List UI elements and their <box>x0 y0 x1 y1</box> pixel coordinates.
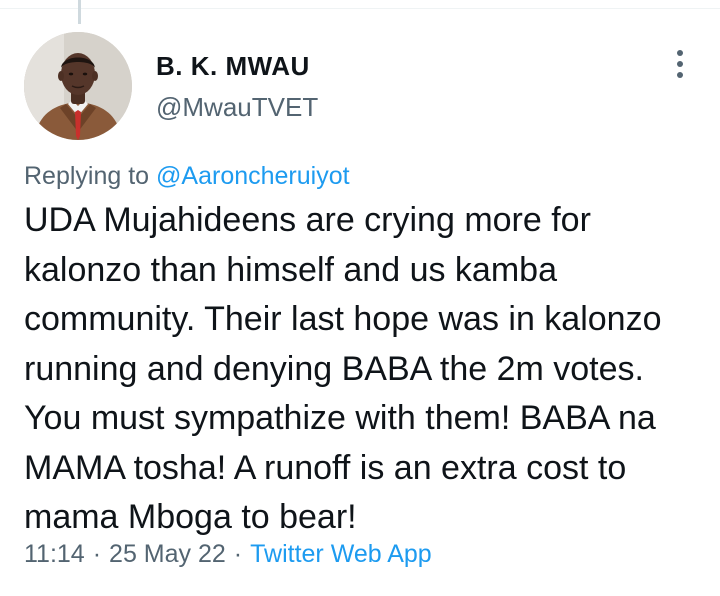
author-name[interactable]: B. K. MWAU <box>156 51 310 82</box>
reply-context: Replying to @Aaroncheruiyot <box>24 162 350 191</box>
tweet-source-link[interactable]: Twitter Web App <box>250 540 432 568</box>
meta-separator: · <box>233 540 243 568</box>
meta-separator: · <box>92 540 102 568</box>
tweet-date[interactable]: 25 May 22 <box>109 540 226 568</box>
more-options-button[interactable] <box>662 42 698 86</box>
tweet-text: UDA Mujahideens are crying more for kalo… <box>24 201 662 536</box>
tweet-metadata: 11:14 · 25 May 22 · Twitter Web App <box>24 540 432 569</box>
author-handle[interactable]: @MwauTVET <box>156 92 318 123</box>
avatar[interactable] <box>24 32 132 140</box>
reply-mention-link[interactable]: @Aaroncheruiyot <box>156 162 350 190</box>
top-divider <box>0 8 720 9</box>
thread-connector-line <box>78 0 81 24</box>
tweet-time[interactable]: 11:14 <box>24 540 85 568</box>
more-vertical-icon <box>677 50 683 78</box>
reply-prefix: Replying to <box>24 162 150 190</box>
profile-photo <box>24 32 132 140</box>
